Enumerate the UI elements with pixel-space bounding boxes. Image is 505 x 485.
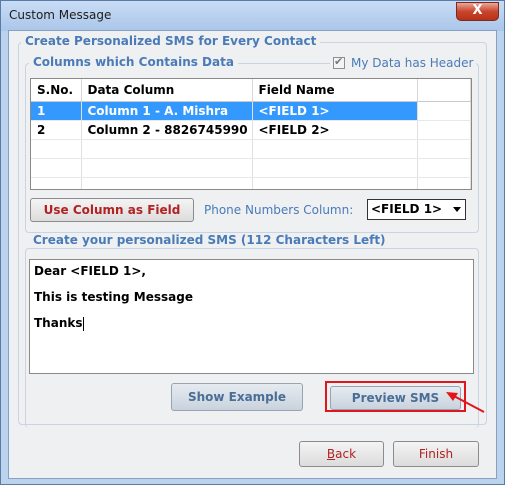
message-line: This is testing Message xyxy=(34,290,193,304)
columns-group-legend: Columns which Contains Data xyxy=(29,55,238,69)
cell-field-name[interactable]: <FIELD 2> xyxy=(252,120,418,140)
back-button[interactable]: Back xyxy=(299,441,384,467)
back-button-label: ack xyxy=(335,447,357,461)
cell-sno[interactable]: 1 xyxy=(31,101,82,121)
use-column-as-field-button[interactable]: Use Column as Field xyxy=(30,198,194,222)
table-row[interactable]: 1 Column 1 - A. Mishra <FIELD 1> xyxy=(31,101,471,121)
checkbox-check-icon[interactable] xyxy=(333,55,345,69)
my-data-has-header-checkbox[interactable]: My Data has Header xyxy=(330,55,477,70)
header-sno[interactable]: S.No. xyxy=(31,79,82,102)
main-group-legend: Create Personalized SMS for Every Contac… xyxy=(21,34,321,48)
table-row-empty xyxy=(31,158,471,178)
table-row-empty xyxy=(31,139,471,159)
cell-field-name[interactable]: <FIELD 1> xyxy=(252,101,418,121)
close-icon: X xyxy=(472,3,483,18)
text-caret xyxy=(82,316,84,331)
header-filler xyxy=(417,79,471,102)
table-row[interactable]: 2 Column 2 - 8826745990 <FIELD 2> xyxy=(31,120,471,140)
cell-data-column[interactable]: Column 1 - A. Mishra xyxy=(81,101,253,121)
table-row-empty xyxy=(31,177,471,189)
header-field-name[interactable]: Field Name xyxy=(252,79,418,102)
columns-data-grid[interactable]: S.No. Data Column Field Name 1 Column 1 … xyxy=(30,78,472,190)
chevron-down-icon[interactable] xyxy=(453,207,461,212)
phone-column-selected-value: <FIELD 1> xyxy=(371,202,443,216)
cell-data-column[interactable]: Column 2 - 8826745990 xyxy=(81,120,253,140)
header-data-column[interactable]: Data Column xyxy=(81,79,253,102)
sms-group-legend: Create your personalized SMS (112 Charac… xyxy=(29,233,390,247)
title-bar[interactable]: Custom Message X xyxy=(1,1,504,31)
message-line: Thanks xyxy=(34,316,83,330)
phone-numbers-column-select[interactable]: <FIELD 1> xyxy=(367,199,466,220)
my-data-has-header-label: My Data has Header xyxy=(351,56,474,70)
message-line: Dear <FIELD 1>, xyxy=(34,264,146,278)
cell-sno[interactable]: 2 xyxy=(31,120,82,140)
window-title: Custom Message xyxy=(9,8,112,22)
cell-filler xyxy=(417,101,471,121)
back-button-mnemonic: B xyxy=(326,447,336,461)
show-example-button[interactable]: Show Example xyxy=(171,383,303,411)
grid-header-row: S.No. Data Column Field Name xyxy=(31,79,471,102)
close-button[interactable]: X xyxy=(456,2,499,21)
cell-filler xyxy=(417,120,471,140)
sms-message-textarea[interactable]: Dear <FIELD 1>, This is testing Message … xyxy=(29,259,474,374)
phone-numbers-column-label: Phone Numbers Column: xyxy=(204,203,354,217)
pointer-arrow-icon xyxy=(446,392,485,413)
finish-button[interactable]: Finish xyxy=(393,441,479,467)
